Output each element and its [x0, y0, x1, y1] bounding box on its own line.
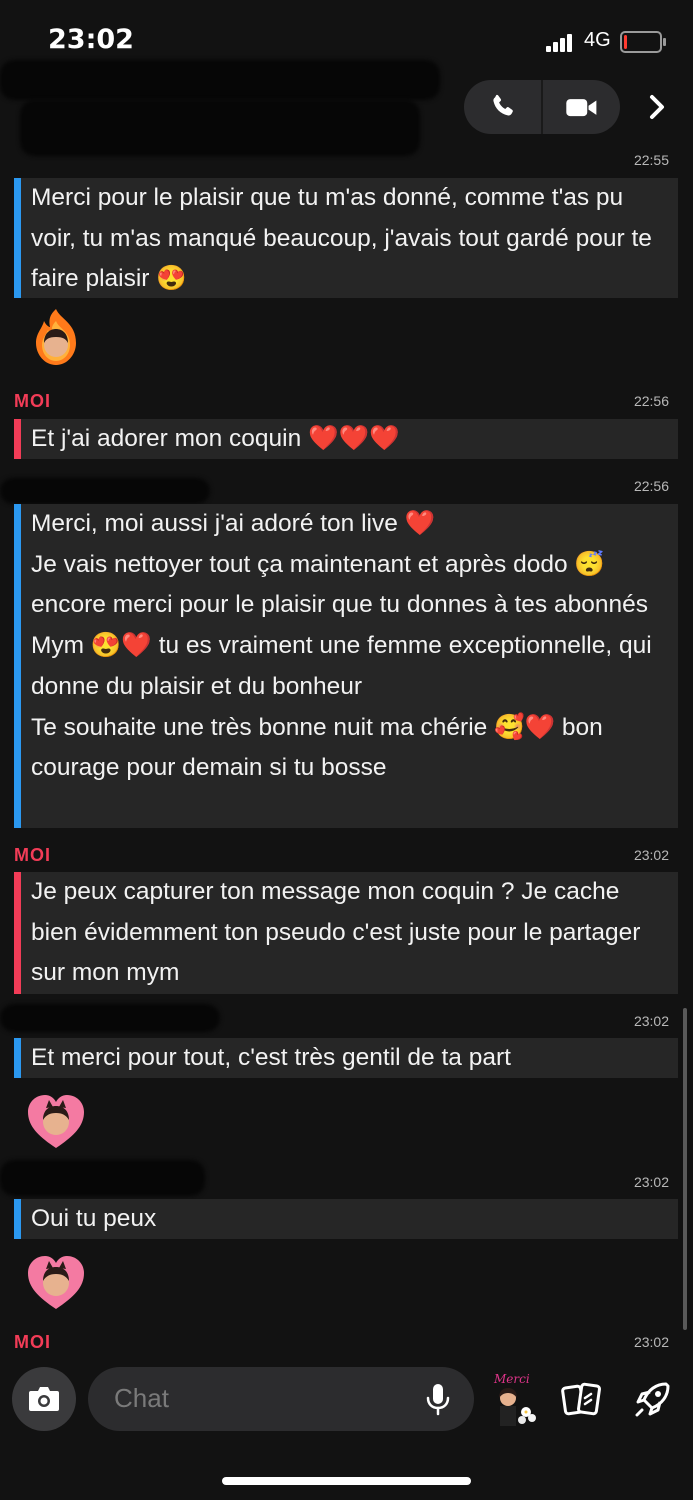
chat-placeholder: Chat: [114, 1383, 169, 1413]
video-call-button[interactable]: [543, 80, 620, 134]
bitmoji-heart-avatar: [28, 1256, 84, 1309]
message-timestamp: 23:02: [633, 847, 669, 863]
message-text: Je peux capturer ton message mon coquin …: [31, 878, 648, 987]
message-bubble-them[interactable]: Merci, moi aussi j'ai adoré ton live ❤️ …: [14, 504, 678, 828]
sender-label-me: MOI: [14, 391, 51, 411]
message-bubble-me[interactable]: Je peux capturer ton message mon coquin …: [14, 872, 678, 994]
chevron-right-icon: [650, 95, 664, 119]
sender-label-me: MOI: [14, 1332, 51, 1352]
phone-icon: [492, 94, 513, 116]
battery-icon: [620, 31, 666, 53]
chat-input[interactable]: Chat: [88, 1367, 474, 1431]
message-text: Et j'ai adorer mon coquin ❤️❤️❤️: [31, 425, 400, 452]
redacted-sender-name: [0, 1160, 205, 1196]
sender-label-me: MOI: [14, 845, 51, 865]
message-text: Merci pour le plaisir que tu m'as donné,…: [31, 184, 659, 293]
redacted-contact-name: [0, 60, 440, 100]
message-timestamp: 22:56: [633, 478, 669, 494]
message-bubble-them[interactable]: Et merci pour tout, c'est très gentil de…: [14, 1038, 678, 1078]
message-timestamp: 22:55: [633, 152, 669, 168]
message-timestamp: 23:02: [633, 1013, 669, 1029]
message-bubble-them[interactable]: Merci pour le plaisir que tu m'as donné,…: [14, 178, 678, 298]
message-bubble-them[interactable]: Oui tu peux: [14, 1199, 678, 1239]
scrollbar[interactable]: [683, 1008, 687, 1330]
more-button[interactable]: [640, 90, 674, 124]
message-text: Oui tu peux: [31, 1205, 157, 1232]
video-camera-icon: [565, 99, 596, 117]
message-text: Et merci pour tout, c'est très gentil de…: [31, 1044, 511, 1071]
message-timestamp: 23:02: [633, 1334, 669, 1350]
microphone-icon[interactable]: [424, 1382, 452, 1418]
bitmoji-fire-avatar: [36, 309, 76, 365]
camera-button[interactable]: [12, 1367, 76, 1431]
message-bubble-me[interactable]: Et j'ai adorer mon coquin ❤️❤️❤️: [14, 419, 678, 459]
redacted-sender-name: [0, 1004, 220, 1032]
message-timestamp: 22:56: [633, 393, 669, 409]
rocket-icon[interactable]: [630, 1378, 674, 1422]
bitmoji-sticker-icon: [499, 1388, 536, 1426]
message-text: Merci, moi aussi j'ai adoré ton live ❤️ …: [31, 510, 652, 782]
signal-icon: [546, 34, 574, 52]
redacted-contact-name-2: [20, 100, 420, 156]
network-type: 4G: [584, 29, 611, 51]
camera-icon: [29, 1387, 59, 1411]
message-timestamp: 23:02: [633, 1174, 669, 1190]
voice-call-button[interactable]: [464, 80, 541, 134]
sticker-button[interactable]: Merci: [490, 1372, 542, 1430]
cards-icon[interactable]: [560, 1378, 604, 1422]
status-time: 23:02: [48, 24, 134, 55]
redacted-sender-name: [0, 478, 210, 504]
bitmoji-heart-avatar: [28, 1095, 84, 1148]
home-indicator[interactable]: [222, 1477, 471, 1485]
call-actions: [464, 80, 620, 134]
